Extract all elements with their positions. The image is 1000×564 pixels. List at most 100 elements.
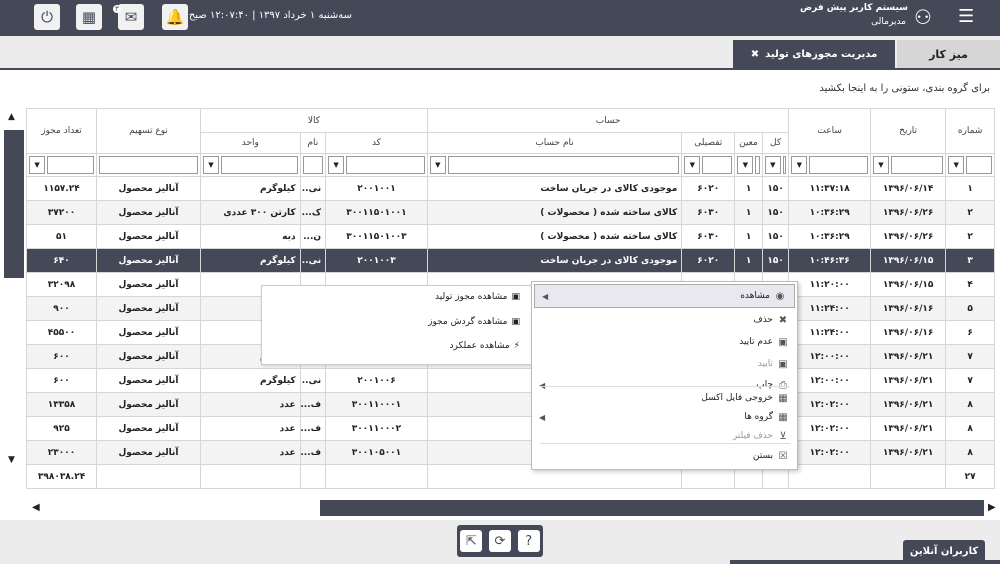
menu-item-view[interactable]: ◀ مشاهده ◉ <box>534 284 795 308</box>
cell-alloc: آنالیز محصول <box>96 416 201 441</box>
filter-input[interactable] <box>447 156 680 174</box>
table-row[interactable]: ۸۱۳۹۶/۰۶/۲۱۱۲:۰۲:۰۰ت )۳۰۰۱۱۰۰۰۱ف...عددآن… <box>25 392 995 417</box>
cell-count: ۴۵۵۰۰ <box>25 320 98 345</box>
cell-count: ۶۰۰ <box>25 344 98 369</box>
filter-input[interactable] <box>47 156 95 174</box>
menu-label: بستن <box>752 451 773 461</box>
message-count-badge: ۳ <box>113 5 121 13</box>
filter-input[interactable] <box>755 156 760 174</box>
table-row[interactable]: ۸۱۳۹۶/۰۶/۲۱۱۲:۰۲:۰۰ت )۳۰۰۱۱۰۰۰۲ف...عددآن… <box>25 416 995 441</box>
cell-name: نی... <box>299 176 327 201</box>
submenu-item-view-flow[interactable]: مشاهده گردش مجوز ▣ <box>428 317 520 327</box>
col-allocation[interactable]: نوع تسهیم <box>96 108 201 154</box>
cell-num: ۷ <box>945 368 995 393</box>
col-unit[interactable]: واحد <box>199 132 301 154</box>
horizontal-scroll-thumb[interactable] <box>320 500 984 516</box>
power-icon[interactable]: ⏻ <box>34 4 60 30</box>
scroll-up-icon[interactable]: ▲ <box>8 112 15 122</box>
filter-input[interactable] <box>702 156 733 174</box>
document-icon: ▣ <box>511 292 520 302</box>
col-number[interactable]: شماره <box>945 108 995 154</box>
table-row[interactable]: ۸۱۳۹۶/۰۶/۲۱۱۲:۰۲:۰۰ت )۳۰۰۱۰۵۰۰۱ف...عددآن… <box>25 440 995 465</box>
filter-input[interactable] <box>809 156 868 174</box>
filter-dropdown-icon[interactable]: ▼ <box>737 156 754 174</box>
tab-permits[interactable]: ✖ مدیریت مجوزهای تولید <box>733 40 895 68</box>
filter-dropdown-icon[interactable]: ▼ <box>791 156 808 174</box>
online-users-tab[interactable]: کاربران آنلاین <box>903 540 985 562</box>
filter-dropdown-icon[interactable]: ▼ <box>872 156 889 174</box>
tab-bar: ✖ مدیریت مجوزهای تولید میز کار <box>0 36 1000 70</box>
filter-dropdown-icon[interactable]: ▼ <box>948 156 965 174</box>
scroll-left-icon[interactable]: ◀ <box>32 502 40 513</box>
filter-input[interactable] <box>220 156 298 174</box>
cell-date: ۱۳۹۶/۰۶/۲۱ <box>869 392 947 417</box>
filter-dropdown-icon[interactable]: ▼ <box>328 156 345 174</box>
col-code[interactable]: کد <box>325 132 428 154</box>
cell-time: ۱۲:۰۲:۰۰ <box>788 440 871 465</box>
bell-icon[interactable]: 🔔 <box>162 4 188 30</box>
export-icon[interactable]: ⇱ <box>460 530 483 552</box>
col-moein[interactable]: معین <box>734 132 763 154</box>
col-kol[interactable]: کل <box>761 132 790 154</box>
filter-input[interactable] <box>346 156 425 174</box>
filter-input[interactable] <box>782 156 787 174</box>
mail-icon[interactable]: ✉ <box>118 4 144 30</box>
cell-moein: ۱ <box>734 176 763 201</box>
cell-count: ۶۰۰ <box>25 368 98 393</box>
refresh-icon[interactable]: ⟳ <box>488 530 511 552</box>
cell-alloc: آنالیز محصول <box>96 368 201 393</box>
groupby-hint: برای گروه بندی، ستونی را به اینجا بکشید <box>819 83 990 94</box>
filter-dropdown-icon[interactable]: ▼ <box>429 156 446 174</box>
cell-name: ن... <box>299 224 327 249</box>
tab-desk[interactable]: میز کار <box>897 40 1000 68</box>
col-group-goods: کالا <box>199 108 428 133</box>
col-name[interactable]: نام <box>299 132 327 154</box>
filter-input[interactable] <box>966 156 992 174</box>
scroll-right-icon[interactable]: ▶ <box>988 502 996 513</box>
chart-icon: ⚡ <box>513 341 520 351</box>
cell-time: ۱۰:۳۶:۲۹ <box>788 200 871 225</box>
help-icon[interactable]: ? <box>517 530 540 552</box>
col-account-name[interactable]: نام حساب <box>426 132 683 154</box>
scroll-down-icon[interactable]: ▼ <box>8 455 15 465</box>
menu-icon[interactable]: ☰ <box>958 6 974 27</box>
col-permit-count[interactable]: تعداد مجوز <box>25 108 98 154</box>
cell-unit: کارتن ۳۰۰ عددی <box>199 200 301 225</box>
cell-num: ۱ <box>945 176 995 201</box>
cell-alloc: آنالیز محصول <box>96 440 201 465</box>
menu-label: عدم تایید <box>739 337 773 347</box>
submenu-item-view-permit[interactable]: مشاهده مجوز تولید ▣ <box>435 292 520 302</box>
cell-time: ۱۲:۰۰:۰۰ <box>788 368 871 393</box>
filter-dropdown-icon[interactable]: ▼ <box>684 156 701 174</box>
cell-name: ک... <box>299 200 327 225</box>
table-row[interactable]: ۷۱۳۹۶/۰۶/۲۱۱۲:۰۰:۰۰خت۲۰۰۱۰۰۶نی...کیلوگرم… <box>25 368 995 393</box>
cell-time: ۱۰:۴۶:۳۶ <box>788 248 871 273</box>
cell-date: ۱۳۹۶/۰۶/۲۱ <box>869 440 947 465</box>
close-icon[interactable]: ✖ <box>751 49 759 60</box>
filter-input[interactable] <box>99 156 198 174</box>
filter-dropdown-icon[interactable]: ▼ <box>29 156 45 174</box>
filter-input[interactable] <box>890 156 944 174</box>
calculator-icon[interactable]: ▦ <box>76 4 102 30</box>
col-date[interactable]: تاریخ <box>869 108 947 154</box>
filter-input[interactable] <box>302 156 324 174</box>
cell-date: ۱۳۹۶/۰۶/۱۶ <box>869 320 947 345</box>
user-icon[interactable]: ⚇ <box>914 5 932 29</box>
cell-code: ۳۰۰۱۰۵۰۰۱ <box>325 440 428 465</box>
table-row[interactable]: ۲ ۱۳۹۶/۰۶/۲۶ ۱۰:۳۶:۲۹ ۱۵۰ ۱ ۶۰۳۰ کالای ساخته ش… <box>25 200 995 225</box>
menu-item-delete[interactable]: حذف ✖ <box>532 308 797 332</box>
total-row: ۲۷ ۳۹۸۰۳۸.۲۴ <box>25 464 995 489</box>
filter-dropdown-icon[interactable]: ▼ <box>202 156 219 174</box>
cell-name: نی... <box>299 248 327 273</box>
col-time[interactable]: ساعت <box>788 108 871 154</box>
table-row[interactable]: ۳ ۱۳۹۶/۰۶/۱۵ ۱۰:۴۶:۳۶ ۱۵۰ ۱ ۶۰۲۰ موجودی کالای … <box>25 248 995 273</box>
menu-item-close[interactable]: بستن ☒ <box>532 444 797 468</box>
cell-date: ۱۳۹۶/۰۶/۲۱ <box>869 416 947 441</box>
menu-item-reject[interactable]: عدم تایید ▣ <box>532 330 797 354</box>
filter-dropdown-icon[interactable]: ▼ <box>764 156 781 174</box>
vertical-scroll-thumb[interactable] <box>4 130 24 278</box>
submenu-item-view-performance[interactable]: مشاهده عملکرد ⚡ <box>450 341 520 351</box>
table-row[interactable]: ۱ ۱۳۹۶/۰۶/۱۴ ۱۱:۳۷:۱۸ ۱۵۰ ۱ ۶۰۲۰ موجودی کالای … <box>25 176 995 201</box>
table-row[interactable]: ۲ ۱۳۹۶/۰۶/۲۶ ۱۰:۳۶:۲۹ ۱۵۰ ۱ ۶۰۳۰ کالای ساخته ش… <box>25 224 995 249</box>
col-tafsili[interactable]: تفصیلی <box>681 132 736 154</box>
